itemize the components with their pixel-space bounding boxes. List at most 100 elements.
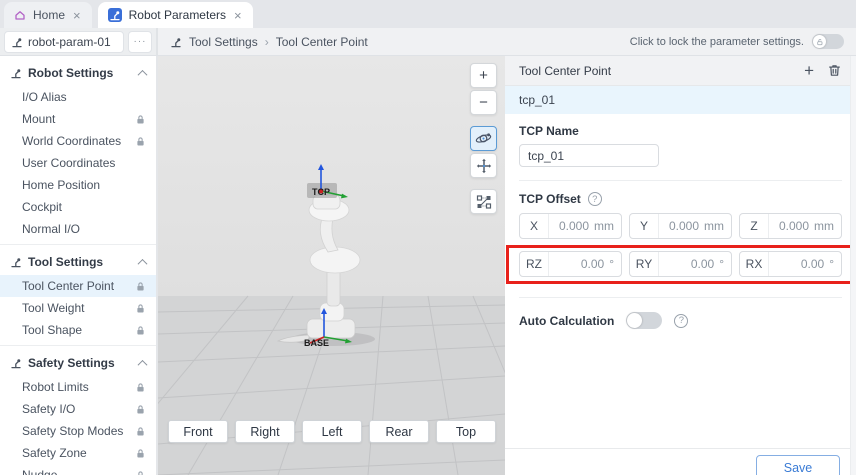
sidebar-item-safety-stop-modes[interactable]: Safety Stop Modes	[0, 420, 156, 442]
unlock-icon	[816, 38, 824, 46]
item-label: Safety Zone	[22, 446, 87, 460]
sidebar-item-mount[interactable]: Mount	[0, 108, 156, 130]
sidebar-item-cockpit[interactable]: Cockpit	[0, 196, 156, 218]
offset-x-field[interactable]: X 0.000 mm	[519, 213, 622, 239]
divider	[519, 297, 842, 298]
item-label: Safety I/O	[22, 402, 75, 416]
axis-label: RY	[630, 252, 659, 276]
tcp-offset-label: TCP Offset	[519, 192, 581, 206]
pan-tool-button[interactable]	[470, 153, 497, 178]
lock-icon	[135, 470, 146, 475]
auto-calculation-row: Auto Calculation ?	[519, 312, 842, 329]
axis-label: Z	[740, 214, 769, 238]
param-segment: robot-param-01 ···	[0, 28, 158, 55]
offset-rz-value: 0.00	[549, 257, 606, 271]
view-rear-button[interactable]: Rear	[369, 420, 429, 443]
robot-icon	[170, 36, 182, 48]
sidebar-item-safety-zone[interactable]: Safety Zone	[0, 442, 156, 464]
axis-label: Y	[630, 214, 659, 238]
robot-icon	[11, 36, 23, 48]
rotation-offset-row: RZ 0.00 ° RY 0.00 ° RX 0.00 °	[519, 251, 842, 277]
offset-y-value: 0.000	[659, 219, 701, 233]
offset-ry-value: 0.00	[659, 257, 716, 271]
close-icon[interactable]: ×	[233, 8, 243, 23]
lock-icon	[135, 404, 146, 415]
unit-label: mm	[811, 219, 841, 233]
tcp-offset-help-icon[interactable]: ?	[588, 192, 602, 206]
save-button[interactable]: Save	[756, 455, 840, 475]
view-buttons: Front Right Left Rear Top	[168, 420, 496, 443]
tcp-settings-panel: Tool Center Point + tcp_01 TCP Name TCP …	[505, 56, 856, 475]
lock-icon	[135, 325, 146, 336]
sidebar-item-normal-io[interactable]: Normal I/O	[0, 218, 156, 240]
lock-icon	[135, 114, 146, 125]
sidebar-section-tool-settings[interactable]: Tool Settings	[0, 249, 156, 275]
sidebar-item-tool-shape[interactable]: Tool Shape	[0, 319, 156, 341]
item-label: Tool Center Point	[22, 279, 114, 293]
chevron-up-icon	[138, 69, 148, 79]
sidebar-item-user-coordinates[interactable]: User Coordinates	[0, 152, 156, 174]
sidebar-item-home-position[interactable]: Home Position	[0, 174, 156, 196]
sidebar-item-world-coordinates[interactable]: World Coordinates	[0, 130, 156, 152]
panel-scrollbar[interactable]	[850, 56, 856, 475]
zoom-in-button[interactable]: +	[470, 63, 497, 88]
sidebar-section-robot-settings[interactable]: Robot Settings	[0, 60, 156, 86]
orbit-tool-button[interactable]	[470, 126, 497, 151]
sidebar-section-safety-settings[interactable]: Safety Settings	[0, 350, 156, 376]
parameter-lock-toggle[interactable]	[812, 34, 844, 49]
close-icon[interactable]: ×	[72, 8, 82, 23]
item-label: Mount	[22, 112, 55, 126]
auto-calculation-help-icon[interactable]: ?	[674, 314, 688, 328]
unit-label: mm	[701, 219, 731, 233]
item-label: Robot Limits	[22, 380, 89, 394]
robot-icon	[10, 256, 22, 268]
robot-icon	[10, 357, 22, 369]
breadcrumb-segment: Tool Settings › Tool Center Point Click …	[158, 28, 856, 55]
sidebar-item-tool-center-point[interactable]: Tool Center Point	[0, 275, 156, 297]
sidebar-item-safety-io[interactable]: Safety I/O	[0, 398, 156, 420]
robot-parameters-app: Home × Robot Parameters × robot-param-01…	[0, 0, 856, 475]
offset-rx-value: 0.00	[769, 257, 826, 271]
offset-rx-field[interactable]: RX 0.00 °	[739, 251, 842, 277]
unit-label: °	[606, 257, 621, 271]
offset-y-field[interactable]: Y 0.000 mm	[629, 213, 732, 239]
measure-tool-button[interactable]	[470, 189, 497, 214]
tcp-name-input[interactable]	[519, 144, 659, 167]
pan-arrows-icon	[476, 158, 492, 174]
offset-z-field[interactable]: Z 0.000 mm	[739, 213, 842, 239]
viewport-controls: + −	[470, 63, 497, 214]
sidebar-item-io-alias[interactable]: I/O Alias	[0, 86, 156, 108]
chevron-up-icon	[138, 258, 148, 268]
sidebar-item-nudge[interactable]: Nudge	[0, 464, 156, 475]
section-label: Tool Settings	[28, 255, 103, 269]
rotation-highlight-annotation: RZ 0.00 ° RY 0.00 ° RX 0.00 °	[506, 245, 855, 284]
item-label: Tool Shape	[22, 323, 82, 337]
tab-robot-parameters[interactable]: Robot Parameters ×	[98, 2, 253, 28]
tcp-list-item-selected[interactable]: tcp_01	[505, 86, 856, 114]
view-left-button[interactable]: Left	[302, 420, 362, 443]
offset-rz-field[interactable]: RZ 0.00 °	[519, 251, 622, 277]
sidebar-item-tool-weight[interactable]: Tool Weight	[0, 297, 156, 319]
view-right-button[interactable]: Right	[235, 420, 295, 443]
tab-home[interactable]: Home ×	[4, 2, 92, 28]
delete-tcp-button[interactable]	[827, 63, 842, 78]
more-button[interactable]: ···	[128, 31, 152, 53]
param-name-field[interactable]: robot-param-01	[4, 31, 124, 53]
lock-banner-text: Click to lock the parameter settings.	[630, 36, 804, 48]
zoom-out-button[interactable]: −	[470, 90, 497, 115]
item-label: Normal I/O	[22, 222, 80, 236]
offset-ry-field[interactable]: RY 0.00 °	[629, 251, 732, 277]
unit-label: °	[826, 257, 841, 271]
unit-label: °	[716, 257, 731, 271]
add-tcp-button[interactable]: +	[804, 62, 814, 79]
view-front-button[interactable]: Front	[168, 420, 228, 443]
sidebar-item-robot-limits[interactable]: Robot Limits	[0, 376, 156, 398]
robot-3d-viewport[interactable]: TCP BASE + −	[158, 56, 505, 475]
view-top-button[interactable]: Top	[436, 420, 496, 443]
measure-icon	[476, 194, 492, 210]
toggle-knob	[627, 313, 642, 328]
tcp-item-label: tcp_01	[519, 93, 555, 107]
auto-calculation-toggle[interactable]	[626, 312, 662, 329]
breadcrumb-parent[interactable]: Tool Settings	[189, 35, 258, 49]
home-icon	[14, 9, 26, 21]
